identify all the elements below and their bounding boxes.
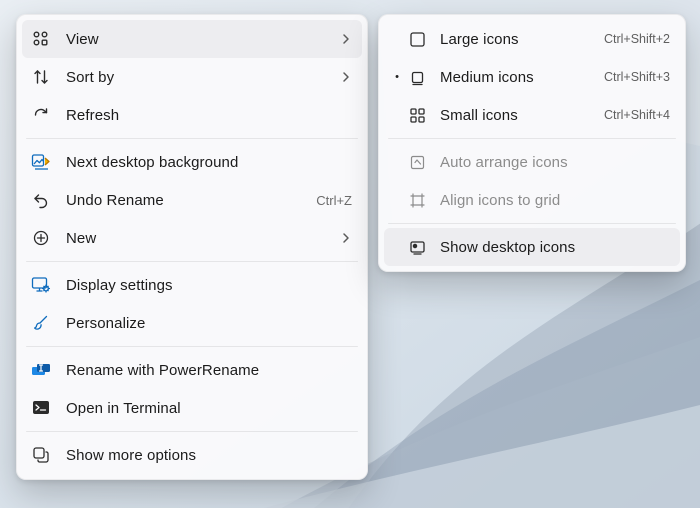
chevron-right-icon bbox=[340, 71, 352, 83]
check-slot bbox=[390, 156, 404, 168]
display-settings-icon bbox=[30, 274, 52, 296]
menu-item-label: Display settings bbox=[66, 277, 352, 294]
view-submenu: Large icons Ctrl+Shift+2 Medium icons Ct… bbox=[378, 14, 686, 272]
menu-item-shortcut: Ctrl+Shift+3 bbox=[604, 70, 670, 84]
menu-item-label: Large icons bbox=[440, 31, 596, 48]
undo-icon bbox=[30, 189, 52, 211]
next-background-icon bbox=[30, 151, 52, 173]
menu-item-display-settings[interactable]: Display settings bbox=[22, 266, 362, 304]
auto-arrange-icon bbox=[406, 151, 428, 173]
menu-item-label: Align icons to grid bbox=[440, 192, 670, 209]
radio-bullet-selected bbox=[390, 71, 404, 83]
terminal-icon bbox=[30, 397, 52, 419]
submenu-item-medium-icons[interactable]: Medium icons Ctrl+Shift+3 bbox=[384, 58, 680, 96]
chevron-right-icon bbox=[340, 232, 352, 244]
menu-item-next-desktop-background[interactable]: Next desktop background bbox=[22, 143, 362, 181]
radio-bullet bbox=[390, 109, 404, 121]
menu-separator bbox=[388, 223, 676, 224]
menu-item-label: Show desktop icons bbox=[440, 239, 670, 256]
menu-separator bbox=[26, 346, 358, 347]
submenu-item-align-to-grid[interactable]: Align icons to grid bbox=[384, 181, 680, 219]
menu-separator bbox=[26, 431, 358, 432]
menu-item-shortcut: Ctrl+Shift+4 bbox=[604, 108, 670, 122]
submenu-item-show-desktop-icons[interactable]: Show desktop icons bbox=[384, 228, 680, 266]
menu-item-show-more-options[interactable]: Show more options bbox=[22, 436, 362, 474]
menu-item-label: View bbox=[66, 31, 334, 48]
align-grid-icon bbox=[406, 189, 428, 211]
new-plus-icon bbox=[30, 227, 52, 249]
submenu-item-small-icons[interactable]: Small icons Ctrl+Shift+4 bbox=[384, 96, 680, 134]
menu-item-label: Personalize bbox=[66, 315, 352, 332]
check-slot bbox=[390, 194, 404, 206]
menu-item-label: Refresh bbox=[66, 107, 352, 124]
menu-separator bbox=[388, 138, 676, 139]
sort-icon bbox=[30, 66, 52, 88]
grid-apps-icon bbox=[30, 28, 52, 50]
check-slot bbox=[390, 241, 404, 253]
menu-item-view[interactable]: View bbox=[22, 20, 362, 58]
menu-item-shortcut: Ctrl+Shift+2 bbox=[604, 32, 670, 46]
radio-bullet bbox=[390, 33, 404, 45]
menu-item-personalize[interactable]: Personalize bbox=[22, 304, 362, 342]
menu-item-powerrename[interactable]: Rename with PowerRename bbox=[22, 351, 362, 389]
menu-item-shortcut: Ctrl+Z bbox=[316, 193, 352, 208]
medium-icons-icon bbox=[406, 66, 428, 88]
menu-item-label: Rename with PowerRename bbox=[66, 362, 352, 379]
menu-item-open-in-terminal[interactable]: Open in Terminal bbox=[22, 389, 362, 427]
menu-item-label: New bbox=[66, 230, 334, 247]
small-icons-icon bbox=[406, 104, 428, 126]
desktop-context-menu: View Sort by Refresh bbox=[16, 14, 368, 480]
menu-item-label: Medium icons bbox=[440, 69, 596, 86]
menu-item-sort-by[interactable]: Sort by bbox=[22, 58, 362, 96]
more-options-icon bbox=[30, 444, 52, 466]
menu-item-label: Open in Terminal bbox=[66, 400, 352, 417]
large-icons-icon bbox=[406, 28, 428, 50]
show-desktop-icons-icon bbox=[406, 236, 428, 258]
menu-item-label: Show more options bbox=[66, 447, 352, 464]
chevron-right-icon bbox=[340, 33, 352, 45]
menu-item-refresh[interactable]: Refresh bbox=[22, 96, 362, 134]
menu-item-undo-rename[interactable]: Undo Rename Ctrl+Z bbox=[22, 181, 362, 219]
menu-item-new[interactable]: New bbox=[22, 219, 362, 257]
refresh-icon bbox=[30, 104, 52, 126]
submenu-item-large-icons[interactable]: Large icons Ctrl+Shift+2 bbox=[384, 20, 680, 58]
menu-item-label: Sort by bbox=[66, 69, 334, 86]
menu-separator bbox=[26, 261, 358, 262]
submenu-item-auto-arrange[interactable]: Auto arrange icons bbox=[384, 143, 680, 181]
powerrename-icon bbox=[30, 359, 52, 381]
menu-item-label: Next desktop background bbox=[66, 154, 352, 171]
personalize-paintbrush-icon bbox=[30, 312, 52, 334]
menu-item-label: Small icons bbox=[440, 107, 596, 124]
menu-item-label: Undo Rename bbox=[66, 192, 308, 209]
menu-separator bbox=[26, 138, 358, 139]
menu-item-label: Auto arrange icons bbox=[440, 154, 670, 171]
